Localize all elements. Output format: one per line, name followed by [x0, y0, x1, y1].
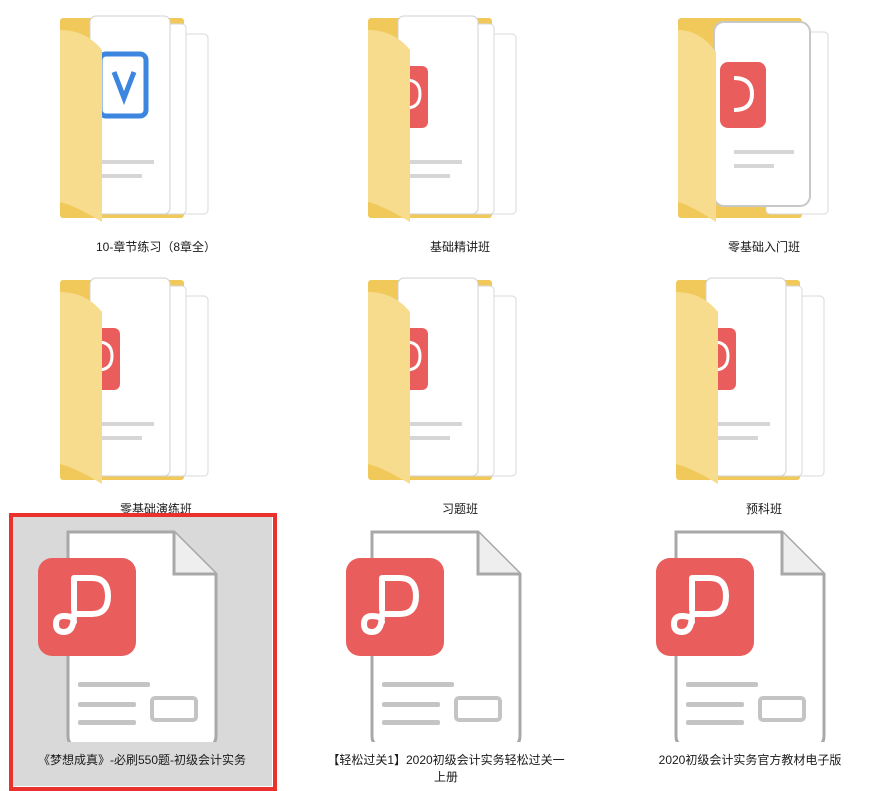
folder-icon — [676, 277, 825, 484]
folder-item[interactable]: 10-章节练习（8章全） — [26, 10, 286, 260]
pdf-file-icon — [656, 530, 826, 742]
folder-item[interactable]: 零基础入门班 — [634, 10, 892, 260]
pdf-file-item[interactable]: 2020初级会计实务官方教材电子版 — [620, 516, 880, 786]
folder-label: 零基础入门班 — [727, 240, 800, 254]
pdf-file-item[interactable]: 【轻松过关1】2020初级会计实务轻松过关一上册 — [316, 516, 576, 786]
folder-label: 基础精讲班 — [429, 240, 490, 254]
file-label: 《梦想成真》-必刷550题-初级会计实务 — [37, 753, 246, 767]
folder-icon — [368, 15, 517, 222]
folder-item[interactable]: 基础精讲班 — [330, 10, 590, 260]
file-label: 【轻松过关1】2020初级会计实务轻松过关一上册 — [327, 753, 565, 784]
folder-item[interactable]: 零基础演练班 — [26, 272, 286, 522]
folder-label: 10-章节练习（8章全） — [95, 240, 217, 254]
folder-item[interactable]: 习题班 — [330, 272, 590, 522]
folder-icon — [368, 277, 517, 484]
pdf-file-icon — [38, 530, 218, 742]
folder-icon — [60, 15, 209, 222]
pdf-file-icon — [346, 530, 522, 742]
file-label: 2020初级会计实务官方教材电子版 — [658, 753, 842, 767]
folder-item[interactable]: 预科班 — [634, 272, 892, 522]
pdf-file-item-selected[interactable]: 《梦想成真》-必刷550题-初级会计实务 — [9, 513, 277, 791]
folder-icon — [678, 18, 829, 222]
folder-icon — [60, 277, 209, 484]
